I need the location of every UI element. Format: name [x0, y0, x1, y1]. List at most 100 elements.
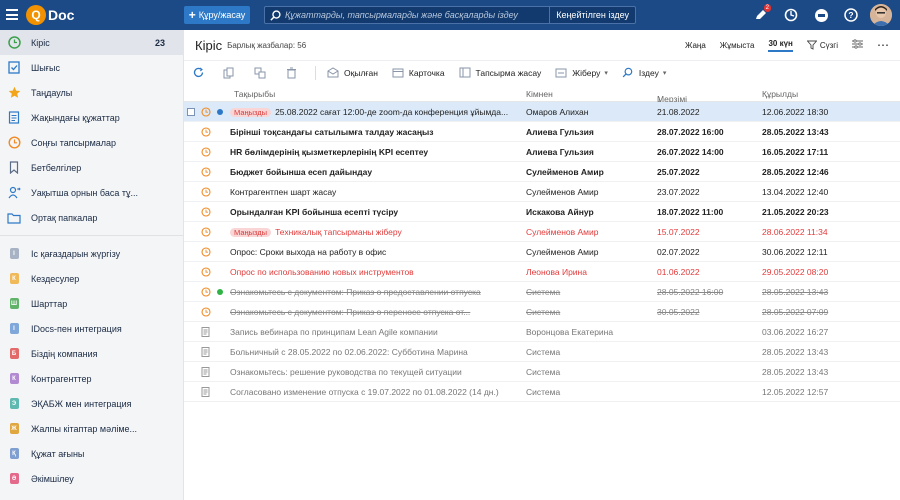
table-row[interactable]: Орындалған KPI бойынша есепті түсіру Иска… — [184, 202, 900, 222]
column-settings-button[interactable] — [852, 39, 863, 51]
row-subject[interactable]: Ознакомьтесь: решение руководства по тек… — [230, 367, 510, 377]
table-row[interactable]: Ознакомьтесь: решение руководства по тек… — [184, 362, 900, 382]
search-menu-button[interactable]: Іздеу ▾ — [621, 66, 666, 80]
sidebar-item-outbox[interactable]: Шығыс — [0, 55, 183, 80]
row-subject[interactable]: Опрос по использованию новых инструменто… — [230, 267, 510, 277]
sidebar-module-1[interactable]: К Кездесулер — [0, 266, 183, 291]
row-from: Сулейменов Амир — [526, 247, 599, 257]
row-from: Искакова Айнур — [526, 207, 594, 217]
card-button[interactable]: Карточка — [391, 66, 445, 80]
create-task-button[interactable]: Тапсырма жасау — [458, 66, 541, 80]
module-letter-icon: Қ — [7, 447, 21, 461]
row-from: Алиева Гульзия — [526, 147, 594, 157]
sidebar-module-9[interactable]: Ә Әкімшілеу — [0, 466, 183, 491]
row-subject[interactable]: Бірінші тоқсандағы сатылымға талдау жаса… — [230, 127, 510, 137]
row-subject[interactable]: HR бөлімдерінің қызметкерлерінің KPI есе… — [230, 147, 510, 157]
table-row[interactable]: Запись вебинара по принципам Lean Agile … — [184, 322, 900, 342]
row-subject[interactable]: Орындалған KPI бойынша есепті түсіру — [230, 207, 510, 217]
module-letter-icon: Ә — [7, 472, 21, 486]
row-subject[interactable]: Опрос: Сроки выхода на работу в офис — [230, 247, 510, 257]
table-row[interactable]: Ознакомьтесь с документом: Приказ о пред… — [184, 282, 900, 302]
user-avatar-button[interactable] — [870, 4, 892, 26]
row-subject[interactable]: Ознакомьтесь с документом: Приказ о пере… — [230, 307, 510, 317]
sidebar-module-8[interactable]: Қ Құжат ағыны — [0, 441, 183, 466]
row-subject[interactable]: Согласовано изменение отпуска с 19.07.20… — [230, 387, 510, 397]
column-created[interactable]: Құрылды — [762, 89, 798, 99]
table-row[interactable]: Бюджет бойынша есеп дайындау Сулейменов А… — [184, 162, 900, 182]
sidebar-module-4[interactable]: Б Біздің компания — [0, 341, 183, 366]
table-row[interactable]: Больничный с 28.05.2022 по 02.06.2022: С… — [184, 342, 900, 362]
clock-icon — [201, 307, 211, 317]
filter-new[interactable]: Жаңа — [685, 41, 706, 50]
search-input[interactable] — [285, 10, 550, 20]
sidebar-item-substitute[interactable]: Уақытша орнын баса тұ... — [0, 180, 183, 205]
row-created: 30.06.2022 12:11 — [762, 247, 828, 257]
sidebar-item-recent-tasks[interactable]: Соңғы тапсырмалар — [0, 130, 183, 155]
filter-button[interactable]: Сүзгі — [806, 40, 838, 50]
sidebar-item-inbox[interactable]: Кіріс 23 — [0, 30, 183, 55]
row-subject[interactable]: Маңызды Техникалық тапсырманы жіберу — [230, 227, 510, 237]
clock-icon — [201, 227, 211, 237]
filter-30-days[interactable]: 30 күн — [768, 39, 793, 52]
table-row[interactable]: Согласовано изменение отпуска с 19.07.20… — [184, 382, 900, 402]
move-button[interactable] — [253, 66, 271, 80]
refresh-button[interactable] — [191, 66, 209, 80]
sidebar-item-recent-docs[interactable]: Жақындағы құжаттар — [0, 105, 183, 130]
table-row[interactable]: Опрос: Сроки выхода на работу в офис Суле… — [184, 242, 900, 262]
row-subject[interactable]: Маңызды 25.08.2022 сағат 12:00-де zoom-да… — [230, 107, 510, 117]
sync-button[interactable] — [780, 4, 802, 26]
table-row[interactable]: Опрос по использованию новых инструменто… — [184, 262, 900, 282]
row-created: 28.05.2022 07:09 — [762, 307, 829, 317]
send-icon — [554, 66, 568, 80]
module-letter-icon: К — [7, 372, 21, 386]
send-button[interactable]: Жіберу ▾ — [554, 66, 608, 80]
total-count: Барлық жазбалар: 56 — [227, 40, 307, 50]
sidebar-module-7[interactable]: Ж Жалпы кітаптар мәліме... — [0, 416, 183, 441]
sidebar-module-6[interactable]: Э ЭҚАБЖ мен интеграция — [0, 391, 183, 416]
delete-button[interactable] — [284, 66, 302, 80]
table-row[interactable]: Контрагентпен шарт жасау Сулейменов Амир 2… — [184, 182, 900, 202]
row-checkbox[interactable] — [187, 108, 195, 116]
row-created: 12.06.2022 18:30 — [762, 107, 829, 117]
menu-icon[interactable] — [6, 9, 18, 20]
filter-in-work[interactable]: Жұмыста — [720, 41, 755, 50]
table-row[interactable]: Бірінші тоқсандағы сатылымға талдау жаса… — [184, 122, 900, 142]
row-subject[interactable]: Больничный с 28.05.2022 по 02.06.2022: С… — [230, 347, 510, 357]
row-created: 28.05.2022 13:43 — [762, 367, 829, 377]
table-row[interactable]: Ознакомьтесь с документом: Приказ о пере… — [184, 302, 900, 322]
sidebar-item-shared-folders[interactable]: Ортақ папкалар — [0, 205, 183, 230]
row-from: Воронцова Екатерина — [526, 327, 614, 337]
document-icon — [201, 387, 211, 397]
create-button[interactable]: + Құру/жасау — [184, 6, 250, 24]
table-row[interactable]: Маңызды 25.08.2022 сағат 12:00-де zoom-да… — [184, 102, 900, 122]
sidebar-module-0[interactable]: І Іс қағаздарын жүргізу — [0, 241, 183, 266]
column-from[interactable]: Кімнен — [526, 89, 553, 99]
search-icon — [621, 66, 635, 80]
sidebar-item-favorites[interactable]: Таңдаулы — [0, 80, 183, 105]
app-logo[interactable]: Q Doc — [26, 4, 74, 26]
important-badge: Маңызды — [230, 108, 272, 117]
news-button[interactable] — [810, 4, 832, 26]
table-row[interactable]: Маңызды Техникалық тапсырманы жіберу Сулей… — [184, 222, 900, 242]
sidebar-module-2[interactable]: Ш Шарттар — [0, 291, 183, 316]
filters-bar: Жаңа Жұмыста 30 күн Сүзгі ⋯ — [685, 36, 900, 54]
row-due: 30.05.2022 — [657, 307, 700, 317]
help-button[interactable]: ? — [840, 4, 862, 26]
folder-icon — [7, 211, 21, 225]
mark-read-button[interactable]: Оқылған — [326, 66, 378, 80]
sidebar-module-3[interactable]: I IDocs-пен интеграция — [0, 316, 183, 341]
row-subject[interactable]: Запись вебинара по принципам Lean Agile … — [230, 327, 510, 337]
table-row[interactable]: HR бөлімдерінің қызметкерлерінің KPI есе… — [184, 142, 900, 162]
copy-button[interactable] — [222, 66, 240, 80]
more-button[interactable]: ⋯ — [877, 38, 890, 52]
row-subject[interactable]: Контрагентпен шарт жасау — [230, 187, 510, 197]
row-from: Леонова Ирина — [526, 267, 587, 277]
sidebar-module-5[interactable]: К Контрагенттер — [0, 366, 183, 391]
sidebar-item-bookmarks[interactable]: Бетбелгілер — [0, 155, 183, 180]
row-subject[interactable]: Бюджет бойынша есеп дайындау — [230, 167, 510, 177]
module-letter-icon: Э — [7, 397, 21, 411]
row-subject[interactable]: Ознакомьтесь с документом: Приказ о пред… — [230, 287, 510, 297]
advanced-search-button[interactable]: Кеңейтілген іздеу — [549, 7, 635, 23]
notifications-button[interactable]: 2 — [750, 4, 772, 26]
column-subject[interactable]: Тақырыбы — [234, 89, 275, 99]
